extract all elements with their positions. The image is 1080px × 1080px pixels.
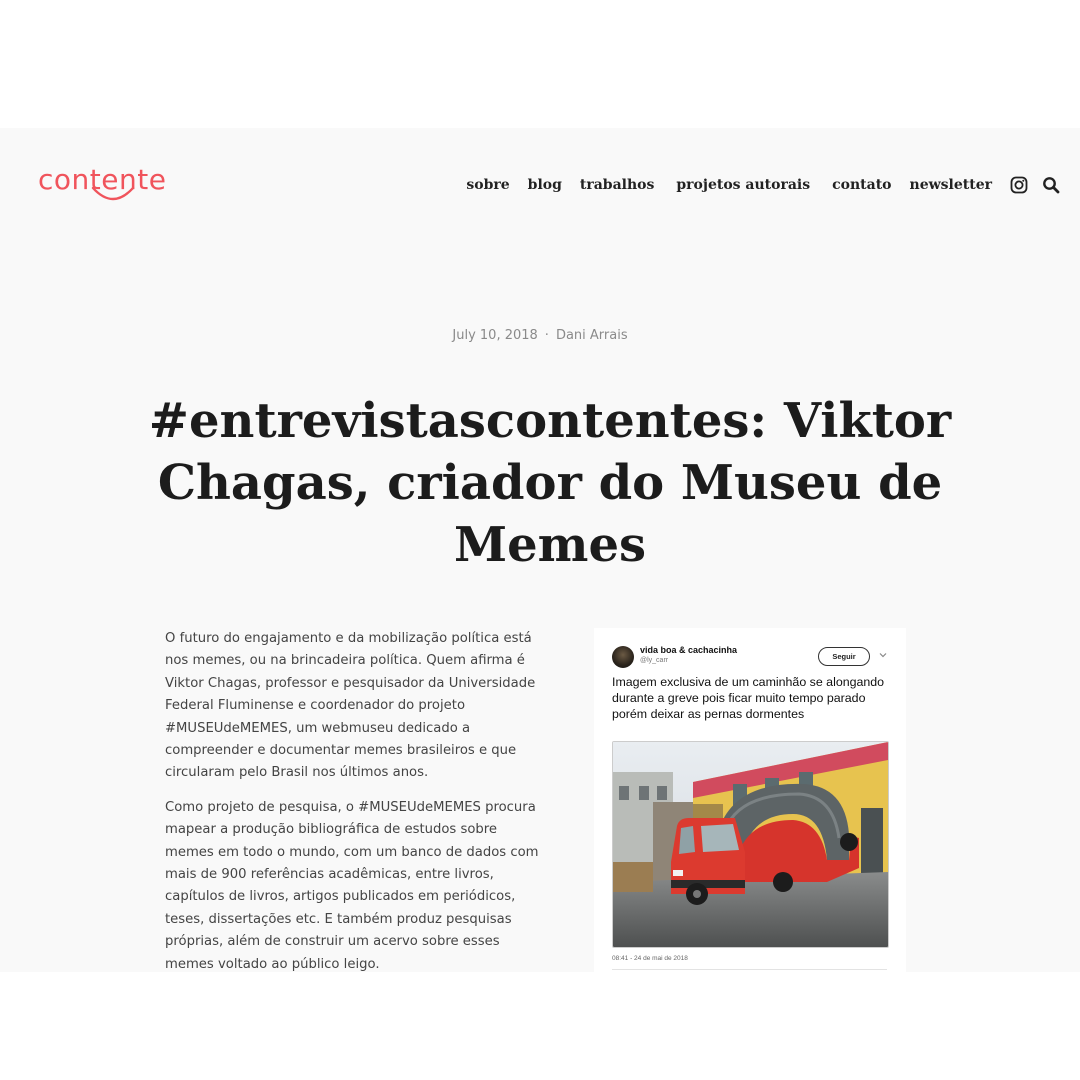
tweet-author-name[interactable]: vida boa & cachacinha (640, 645, 737, 655)
tweet-photo[interactable] (612, 741, 889, 948)
tweet-avatar[interactable] (612, 646, 634, 668)
post-date: July 10, 2018 (452, 328, 538, 343)
nav-item-newsletter[interactable]: newsletter (910, 177, 992, 193)
nav-item-trabalhos[interactable]: trabalhos (580, 177, 655, 193)
instagram-icon[interactable] (1010, 176, 1028, 194)
article-paragraph: O futuro do engajamento e da mobilização… (165, 631, 536, 781)
post-title: #entrevistascontentes: Viktor Chagas, cr… (148, 393, 952, 573)
tweet-author-handle[interactable]: @ly_carr (640, 657, 668, 664)
article-paragraph: Como projeto de pesquisa, o #MUSEUdeMEME… (165, 799, 539, 972)
nav-item-blog[interactable]: blog (528, 177, 562, 193)
tweet-divider (612, 969, 887, 970)
embedded-tweet[interactable]: vida boa & cachacinha @ly_carr Seguir Im… (594, 628, 906, 972)
tweet-timestamp[interactable]: 08:41 - 24 de mai de 2018 (612, 955, 688, 962)
main-nav: sobre blog trabalhos projetos autorais c… (466, 176, 1060, 194)
site-logo[interactable]: contente (38, 164, 166, 204)
tweet-follow-button[interactable]: Seguir (818, 647, 870, 666)
meta-separator: · (544, 328, 549, 343)
logo-smile-icon (91, 186, 135, 201)
search-icon[interactable] (1042, 176, 1060, 194)
chevron-down-icon[interactable] (878, 650, 888, 660)
nav-item-contato[interactable]: contato (832, 177, 891, 193)
article-body: O futuro do engajamento e da mobilização… (165, 628, 545, 972)
post-author[interactable]: Dani Arrais (556, 328, 628, 343)
page: contente sobre blog trabalhos projetos a… (0, 128, 1080, 972)
nav-item-sobre[interactable]: sobre (466, 177, 509, 193)
tweet-text: Imagem exclusiva de um caminhão se along… (612, 675, 885, 721)
post-meta: July 10, 2018 · Dani Arrais (0, 328, 1080, 343)
truck-photo-illustration (613, 742, 888, 947)
nav-item-projetos-autorais[interactable]: projetos autorais (676, 177, 810, 193)
